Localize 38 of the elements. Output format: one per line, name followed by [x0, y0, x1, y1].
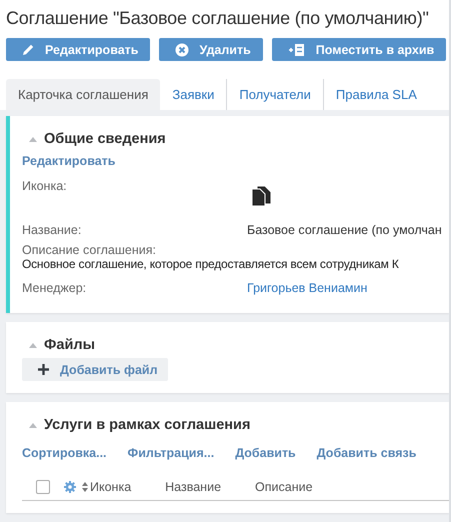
tab[interactable]: Карточка соглашения — [6, 79, 160, 110]
field-value: Основное соглашение, которое предоставляется всем сотрудникам К — [22, 257, 400, 271]
section-title: Услуги в рамках соглашения — [44, 417, 250, 433]
field-label: Менеджер: — [22, 281, 88, 295]
tab[interactable]: Заявки — [160, 79, 226, 110]
add-file-button[interactable]: Добавить файл — [22, 358, 168, 381]
column-header[interactable]: Название — [165, 480, 222, 494]
close-icon — [175, 42, 190, 56]
action-link[interactable]: Добавить связь — [316, 446, 416, 460]
action-link[interactable]: Сортировка... — [22, 446, 107, 460]
action-link[interactable]: Добавить — [235, 446, 296, 460]
collapse-icon[interactable] — [29, 136, 37, 142]
field-label: Иконка: — [22, 179, 68, 195]
settings-icon[interactable] — [64, 481, 76, 493]
pencil-icon — [22, 43, 35, 56]
sort-icon[interactable] — [82, 482, 88, 492]
collapse-icon[interactable] — [29, 422, 37, 428]
toolbar-button[interactable]: Редактировать — [6, 38, 150, 61]
field-label: Название: — [22, 223, 82, 237]
column-header[interactable]: Описание — [255, 480, 313, 494]
column-header[interactable]: Иконка — [90, 480, 132, 494]
select-all-checkbox[interactable] — [36, 480, 50, 494]
tab[interactable]: Правила SLA — [322, 79, 429, 110]
tab[interactable]: Получатели — [226, 79, 323, 110]
manager-link[interactable]: Григорьев Вениамин — [247, 281, 368, 295]
field-label: Описание соглашения: — [22, 243, 157, 257]
page-title: Соглашение "Базовое соглашение (по умолчанию)" — [6, 8, 430, 29]
archive-icon — [288, 42, 306, 56]
section-title: Файлы — [44, 337, 95, 353]
plus-icon — [38, 364, 49, 375]
toolbar-button[interactable]: Поместить в архив — [272, 38, 446, 61]
section-title: Общие сведения — [44, 131, 166, 147]
documents-icon — [250, 185, 272, 207]
action-link[interactable]: Фильтрация... — [128, 446, 214, 460]
edit-link[interactable]: Редактировать — [22, 154, 116, 168]
collapse-icon[interactable] — [29, 342, 37, 348]
field-value: Базовое соглашение (по умолчан — [247, 223, 442, 237]
toolbar-button[interactable]: Удалить — [159, 38, 263, 61]
